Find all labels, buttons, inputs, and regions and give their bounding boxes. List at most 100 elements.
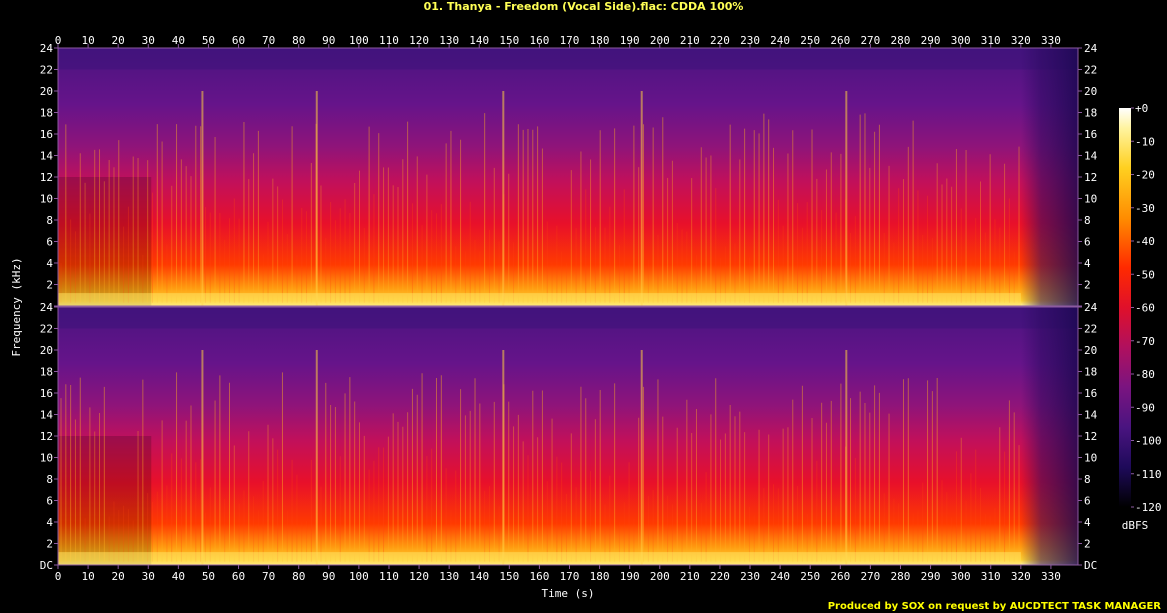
x-tick-label-top: 290	[921, 34, 941, 47]
x-tick-label-bottom: 30	[142, 570, 155, 583]
x-tick-label-top: 40	[172, 34, 185, 47]
colorbar-tick-label: -40	[1135, 235, 1155, 248]
x-tick-label-top: 200	[650, 34, 670, 47]
y-tick-label-left: 12	[40, 171, 53, 184]
x-tick-label-top: 310	[981, 34, 1001, 47]
x-tick-label-bottom: 80	[292, 570, 305, 583]
x-tick-label-bottom: 310	[981, 570, 1001, 583]
track-end-fade	[1020, 307, 1078, 565]
spectrogram-energy	[58, 307, 1078, 565]
y-tick-label-left: 18	[40, 366, 53, 379]
lowpass-band	[58, 48, 1078, 70]
x-tick-label-top: 50	[202, 34, 215, 47]
y-tick-label-right: 2	[1084, 538, 1091, 551]
y-tick-label-left: 22	[40, 64, 53, 77]
y-tick-label-left: 12	[40, 430, 53, 443]
track-end-fade	[1020, 48, 1078, 306]
y-tick-label-right: 4	[1084, 516, 1091, 529]
colorbar-label: dBFS	[1122, 519, 1149, 532]
colorbar-tick-label: -100	[1135, 435, 1162, 448]
x-tick-label-top: 320	[1011, 34, 1031, 47]
colorbar-tick-label: -20	[1135, 169, 1155, 182]
x-tick-label-top: 270	[860, 34, 880, 47]
x-tick-label-bottom: 40	[172, 570, 185, 583]
x-tick-label-top: 160	[529, 34, 549, 47]
y-tick-label-right: 8	[1084, 214, 1091, 227]
low-frequency-band	[58, 552, 1021, 565]
colorbar: +0 -10 -20 -30 -40 -50 -60 -70 -80 -90 -100 -110 -12…	[1119, 102, 1162, 514]
x-tick-label-bottom: 300	[951, 570, 971, 583]
x-tick-label-bottom: 20	[112, 570, 125, 583]
y-tick-label-right: 6	[1084, 236, 1091, 249]
y-tick-label-right: 18	[1084, 107, 1097, 120]
y-tick-label-left: 4	[46, 257, 53, 270]
colorbar-tick-label: +0	[1135, 102, 1148, 115]
x-tick-label-top: 120	[409, 34, 429, 47]
lowpass-band	[58, 307, 1078, 329]
y-tick-label-right: 12	[1084, 430, 1097, 443]
x-tick-label-bottom: 70	[262, 570, 275, 583]
x-tick-label-bottom: 130	[439, 570, 459, 583]
y-tick-label-right: 22	[1084, 64, 1097, 77]
x-tick-label-bottom: 150	[499, 570, 519, 583]
y-tick-label-left: 20	[40, 85, 53, 98]
x-tick-label-top: 140	[469, 34, 489, 47]
x-tick-label-bottom: 270	[860, 570, 880, 583]
x-tick-label-bottom: 140	[469, 570, 489, 583]
x-tick-label-bottom: 280	[891, 570, 911, 583]
spectrogram-channel-2	[57, 306, 1079, 566]
colorbar-tick-label: -30	[1135, 202, 1155, 215]
x-tick-label-bottom: 10	[81, 570, 94, 583]
x-tick-label-top: 180	[590, 34, 610, 47]
x-tick-label-bottom: 190	[620, 570, 640, 583]
y-tick-label-left: 6	[46, 236, 53, 249]
y-tick-label-right: 4	[1084, 257, 1091, 270]
x-tick-label-top: 230	[740, 34, 760, 47]
y-tick-label-left: 8	[46, 473, 53, 486]
colorbar-tick-label: -80	[1135, 368, 1155, 381]
low-frequency-band	[58, 293, 1021, 306]
x-tick-label-top: 130	[439, 34, 459, 47]
y-tick-label-right: 16	[1084, 128, 1097, 141]
y-tick-label-left: 20	[40, 344, 53, 357]
x-tick-label-top: 10	[81, 34, 94, 47]
spectrogram-energy	[58, 48, 1078, 306]
x-tick-label-bottom: 0	[55, 570, 62, 583]
y-tick-label-left: 24	[40, 301, 54, 314]
y-tick-label-right: 18	[1084, 366, 1097, 379]
x-tick-label-top: 190	[620, 34, 640, 47]
y-tick-label-left: 6	[46, 495, 53, 508]
colorbar-tick-label: -120	[1135, 501, 1162, 514]
y-tick-label-left: 18	[40, 107, 53, 120]
x-tick-label-top: 260	[830, 34, 850, 47]
y-tick-label-left: 4	[46, 516, 53, 529]
x-tick-label-top: 20	[112, 34, 125, 47]
x-tick-label-bottom: 240	[770, 570, 790, 583]
y-tick-label-left: 14	[40, 409, 54, 422]
y-tick-label-right: 8	[1084, 473, 1091, 486]
x-tick-label-bottom: 100	[349, 570, 369, 583]
y-tick-label-left: 10	[40, 452, 53, 465]
spectrogram-chart: 2 24 46 68 810 1012 1214 1416 1618 1820 2022 2224 24…	[10, 34, 1162, 600]
x-tick-label-bottom: 330	[1041, 570, 1061, 583]
y-tick-label-right: 24	[1084, 42, 1098, 55]
x-tick-label-top: 220	[710, 34, 730, 47]
y-tick-label-left: 22	[40, 323, 53, 336]
colorbar-tick-label: -70	[1135, 335, 1155, 348]
y-tick-label-left: 10	[40, 193, 53, 206]
y-tick-label-right: DC	[1084, 559, 1097, 572]
x-tick-label-bottom: 290	[921, 570, 941, 583]
x-tick-label-top: 80	[292, 34, 305, 47]
x-tick-label-bottom: 220	[710, 570, 730, 583]
colorbar-tick-label: -90	[1135, 401, 1155, 414]
x-tick-label-bottom: 50	[202, 570, 215, 583]
y-tick-label-right: 2	[1084, 279, 1091, 292]
y-tick-label-right: 20	[1084, 85, 1097, 98]
y-tick-label-right: 14	[1084, 150, 1098, 163]
x-tick-label-top: 250	[800, 34, 820, 47]
x-tick-label-bottom: 230	[740, 570, 760, 583]
x-tick-label-top: 60	[232, 34, 245, 47]
x-tick-label-top: 240	[770, 34, 790, 47]
y-tick-label-right: 6	[1084, 495, 1091, 508]
x-tick-label-bottom: 260	[830, 570, 850, 583]
